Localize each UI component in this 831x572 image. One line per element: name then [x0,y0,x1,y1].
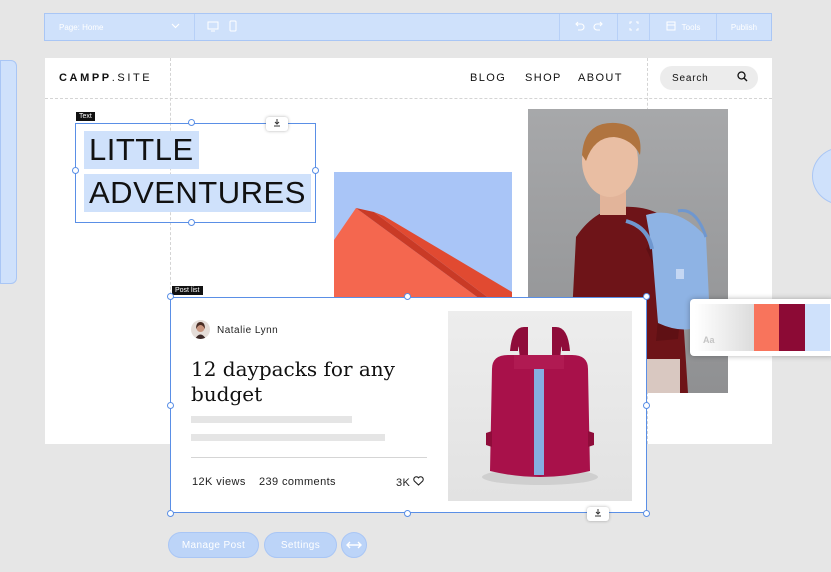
resize-handle-bottom[interactable] [188,219,195,226]
tools-icon [666,21,676,33]
desktop-icon[interactable] [207,21,219,34]
fit-screen-icon [629,21,639,33]
excerpt-placeholder-1 [191,416,352,423]
mobile-icon[interactable] [229,20,237,34]
post-handle-top[interactable] [404,293,411,300]
post-handle-bottom-right[interactable] [643,510,650,517]
author-name[interactable]: Natalie Lynn [217,325,278,336]
horizontal-arrows-icon [346,538,362,553]
nav-blog[interactable]: BLOG [470,72,506,84]
right-side-panel[interactable] [812,147,831,205]
zoom-button[interactable] [618,14,650,40]
post-download-button[interactable] [587,507,609,521]
post-title[interactable]: 12 daypacks for any budget [191,357,411,407]
publish-button[interactable]: Publish [717,14,771,40]
post-handle-bottom-left[interactable] [167,510,174,517]
text-element-label: Text [76,112,95,121]
post-handle-left[interactable] [167,402,174,409]
tools-label: Tools [681,22,701,32]
settings-button[interactable]: Settings [264,532,337,558]
chevron-down-icon [171,22,180,32]
site-logo[interactable]: CAMPP.SITE [59,72,152,84]
hero-line-1[interactable]: LITTLE [84,131,199,169]
resize-handle-right[interactable] [312,167,319,174]
swatch-light-blue[interactable] [804,304,831,351]
editor-toolbar: Page: Home Tools Publish [44,13,772,41]
text-download-button[interactable] [266,117,288,131]
page-selector[interactable]: Page: Home [45,14,195,40]
manage-post-button[interactable]: Manage Post [168,532,259,558]
resize-handle-left[interactable] [72,167,79,174]
nav-about[interactable]: ABOUT [578,72,623,84]
palette-text-sample: Aa [695,304,755,351]
stretch-button[interactable] [341,532,367,558]
orange-shape-image[interactable] [334,172,512,302]
post-divider [191,457,427,458]
redo-icon[interactable] [593,21,604,33]
post-handle-right[interactable] [643,402,650,409]
download-icon [594,509,602,519]
search-icon[interactable] [737,71,748,85]
device-switcher [195,14,560,40]
page-selector-label: Page: Home [59,22,104,32]
logo-bold: CAMPP [59,72,112,84]
left-side-panel[interactable] [0,60,17,284]
logo-rest: .SITE [111,72,153,84]
backpack-photo[interactable] [448,311,632,501]
search-placeholder: Search [672,72,709,84]
likes-count: 3K [396,476,411,489]
swatch-coral[interactable] [754,304,780,351]
likes-counter[interactable]: 3K [396,476,425,489]
author-avatar[interactable] [191,320,210,339]
heart-icon[interactable] [413,476,425,489]
header-guide-line [45,98,772,99]
post-handle-top-right[interactable] [643,293,650,300]
download-icon [273,119,281,129]
publish-label: Publish [730,22,758,32]
search-bar[interactable]: Search [660,66,758,90]
nav-shop[interactable]: SHOP [525,72,562,84]
tools-button[interactable]: Tools [650,14,717,40]
undo-icon[interactable] [574,21,585,33]
swatch-burgundy[interactable] [779,304,805,351]
hero-line-2[interactable]: ADVENTURES [84,174,311,212]
excerpt-placeholder-2 [191,434,385,441]
undo-redo-group [560,14,618,40]
views-count: 12K views [192,476,246,488]
resize-handle-top[interactable] [188,119,195,126]
post-list-label: Post list [172,286,203,295]
post-handle-top-left[interactable] [167,293,174,300]
post-handle-bottom[interactable] [404,510,411,517]
color-palette-card[interactable]: Aa [690,299,831,356]
comments-count[interactable]: 239 comments [259,476,336,488]
